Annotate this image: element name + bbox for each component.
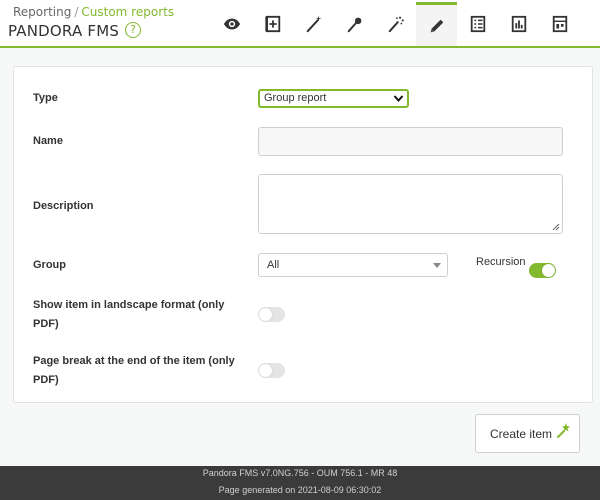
create-item-label: Create item	[490, 427, 553, 441]
breadcrumb: Reporting / Custom reports	[13, 5, 174, 19]
create-item-button[interactable]: Create item	[475, 414, 580, 453]
dashboard-icon	[552, 15, 567, 33]
eye-icon	[223, 18, 240, 30]
tab-sla-wizard[interactable]	[334, 2, 375, 46]
name-label: Name	[33, 135, 63, 147]
description-label: Description	[33, 200, 94, 212]
bar-chart-icon	[511, 15, 526, 33]
footer-version: Pandora FMS v7.0NG.756 - OUM 756.1 - MR …	[202, 468, 398, 478]
wand-icon	[557, 423, 570, 438]
type-select-value: Group report	[264, 92, 327, 104]
toggle-knob	[259, 308, 272, 321]
group-label: Group	[33, 259, 66, 271]
pagebreak-label: Page break at the end of the item (only …	[33, 352, 235, 390]
page-footer: Pandora FMS v7.0NG.756 - OUM 756.1 - MR …	[0, 466, 600, 500]
tab-edit-item[interactable]	[416, 2, 457, 46]
list-icon	[470, 15, 485, 33]
breadcrumb-custom-reports[interactable]: Custom reports	[81, 5, 174, 19]
tab-list-items[interactable]	[457, 2, 498, 46]
footer-generated: Page generated on 2021-08-09 06:30:02	[218, 485, 382, 495]
tab-global-wizard[interactable]	[375, 2, 416, 46]
tab-view-report[interactable]	[211, 2, 252, 46]
tab-charts[interactable]	[498, 2, 539, 46]
landscape-label: Show item in landscape format (only PDF)	[33, 296, 224, 334]
recursion-label: Recursion	[476, 256, 526, 268]
chevron-down-icon	[393, 95, 404, 103]
page-title: PANDORA FMS	[8, 22, 120, 40]
toggle-knob	[542, 264, 555, 277]
name-input[interactable]	[258, 127, 563, 156]
tab-wizard[interactable]	[293, 2, 334, 46]
pagebreak-toggle[interactable]	[258, 363, 285, 378]
landscape-label-line-1: Show item in landscape format (only	[33, 299, 225, 311]
toggle-knob	[259, 364, 272, 377]
item-form-panel: Type Group report Name Description Group…	[13, 66, 593, 403]
header-accent-line	[0, 46, 600, 48]
group-select-value: All	[267, 259, 280, 271]
type-select[interactable]: Group report	[258, 89, 409, 108]
group-select[interactable]: All	[258, 253, 448, 277]
sparkle-wand-icon	[388, 16, 404, 33]
pagebreak-label-line-2: PDF)	[33, 374, 59, 386]
pagebreak-label-line-1: Page break at the end of the item (only	[33, 355, 235, 367]
resize-grip-icon[interactable]	[552, 223, 560, 231]
pencil-icon	[430, 19, 443, 32]
landscape-toggle[interactable]	[258, 307, 285, 322]
wand-icon	[306, 15, 322, 33]
breadcrumb-separator: /	[74, 5, 79, 19]
report-tabs	[211, 2, 580, 46]
pin-icon	[347, 17, 361, 33]
landscape-label-line-2: PDF)	[33, 318, 59, 330]
help-icon[interactable]: ?	[125, 22, 141, 38]
description-textarea[interactable]	[258, 174, 563, 234]
caret-down-icon	[433, 263, 441, 268]
type-label: Type	[33, 92, 58, 104]
add-item-icon	[264, 15, 280, 33]
recursion-toggle[interactable]	[529, 263, 556, 278]
tab-item-editor[interactable]	[252, 2, 293, 46]
breadcrumb-reporting[interactable]: Reporting	[13, 5, 71, 19]
tab-dashboard[interactable]	[539, 2, 580, 46]
page-header: Reporting / Custom reports PANDORA FMS ?	[0, 0, 600, 48]
